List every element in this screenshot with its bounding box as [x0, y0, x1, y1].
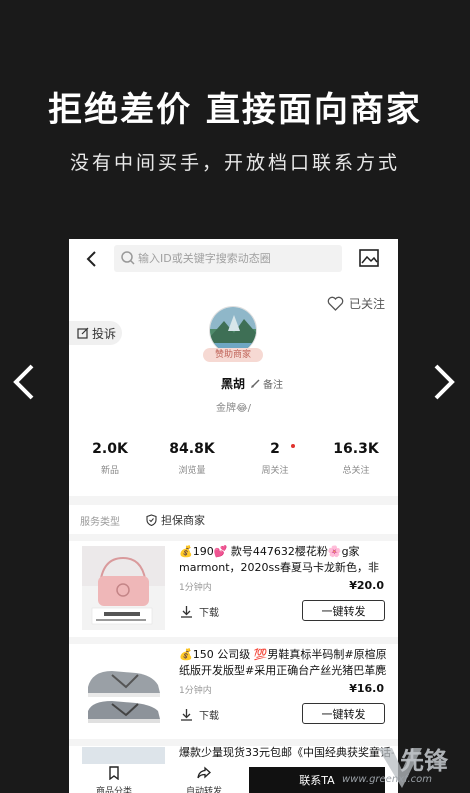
stats-row: 2.0K 新品 84.8K 浏览量 2 周关注 16.3K 总关注 — [69, 441, 398, 486]
download-button[interactable]: 下载 — [180, 604, 219, 619]
download-label: 下载 — [199, 608, 219, 619]
search-icon — [121, 251, 135, 265]
guarantee-badge: 担保商家 — [146, 512, 205, 528]
notification-dot — [291, 444, 295, 448]
item-description: 爆款少量现货33元包邮《中国经典获奖童话- — [179, 746, 394, 759]
report-button[interactable]: 投诉 — [69, 321, 122, 345]
heart-icon — [327, 296, 344, 311]
chevron-right-icon — [434, 364, 455, 400]
search-input[interactable] — [138, 249, 338, 268]
service-type-label: 服务类型 — [80, 516, 120, 528]
sponsor-badge: 赞助商家 — [203, 348, 263, 362]
phone-screen: 已关注 投诉 赞助商家 黑胡 备注 金牌😂/ 2.0K 新品 84.8K 浏览量… — [69, 239, 398, 793]
stat-value: 2.0K — [92, 441, 128, 457]
stat-value: 2 — [270, 441, 280, 457]
chevron-left-icon — [13, 364, 34, 400]
prev-slide-button[interactable] — [8, 360, 42, 404]
item-description: 💰190💕 款号447632樱花粉🌸g家marmont，2020ss春夏马卡龙新… — [179, 545, 379, 574]
tab-label: 自动转发 — [185, 787, 222, 793]
forward-button[interactable]: 一键转发 — [302, 600, 385, 621]
download-button[interactable]: 下载 — [180, 707, 219, 722]
stat-total-follows[interactable]: 16.3K 总关注 — [326, 441, 386, 476]
stat-label: 浏览量 — [178, 466, 206, 476]
back-arrow-icon[interactable] — [83, 249, 101, 269]
stat-value: 84.8K — [169, 441, 215, 457]
shop-level: 金牌😂/ — [216, 403, 252, 414]
tab-auto-forward[interactable]: 自动转发 — [159, 764, 249, 793]
watermark-url: www.greenxf.com — [342, 774, 432, 785]
download-icon — [181, 606, 192, 618]
next-slide-button[interactable] — [426, 360, 460, 404]
item-price: ¥20.0 — [349, 579, 384, 592]
download-label: 下载 — [199, 711, 219, 722]
download-icon — [181, 709, 192, 721]
follow-button[interactable]: 已关注 — [327, 294, 385, 312]
image-icon[interactable] — [358, 248, 380, 268]
stat-weekly-follows[interactable]: 2 周关注 — [245, 441, 305, 476]
list-item[interactable]: 💰190💕 款号447632樱花粉🌸g家marmont，2020ss春夏马卡龙新… — [69, 536, 398, 636]
item-thumbnail[interactable] — [82, 649, 165, 733]
report-label: 投诉 — [92, 326, 117, 341]
list-item[interactable]: 💰150 公司级 💯男鞋真标半码制#原楦原纸版开发版型#采用正确台产丝光猪巴革麂… — [69, 639, 398, 739]
stat-value: 16.3K — [333, 441, 379, 457]
search-box[interactable] — [114, 245, 342, 272]
tab-label: 商品分类 — [95, 787, 132, 793]
share-arrow-icon — [197, 766, 211, 779]
watermark-brand: 先锋 — [400, 747, 448, 775]
item-thumbnail[interactable] — [82, 546, 165, 630]
guarantee-label: 担保商家 — [161, 514, 205, 527]
item-time: 1分钟内 — [179, 583, 212, 593]
banner-headline: 拒绝差价 直接面向商家 — [48, 90, 422, 130]
stat-views[interactable]: 84.8K 浏览量 — [162, 441, 222, 476]
bookmark-icon — [109, 766, 119, 781]
shield-icon — [146, 514, 157, 526]
shop-name: 黑胡 — [221, 377, 246, 391]
stat-label: 新品 — [100, 466, 119, 476]
stat-label: 总关注 — [342, 466, 370, 476]
follow-label: 已关注 — [349, 296, 386, 311]
note-button[interactable]: 备注 — [250, 376, 283, 391]
section-divider — [69, 496, 398, 505]
item-description: 💰150 公司级 💯男鞋真标半码制#原楦原纸版开发版型#采用正确台产丝光猪巴革麂… — [179, 648, 387, 677]
banner-subline: 没有中间买手，开放档口联系方式 — [69, 152, 400, 174]
stat-label: 周关注 — [261, 466, 289, 476]
item-price: ¥16.0 — [349, 682, 384, 695]
avatar[interactable] — [209, 306, 257, 354]
note-label: 备注 — [263, 380, 283, 391]
item-time: 1分钟内 — [179, 686, 212, 696]
edit-report-icon — [77, 327, 89, 339]
pencil-icon — [251, 379, 260, 388]
tab-categories[interactable]: 商品分类 — [69, 764, 159, 793]
stat-new-items[interactable]: 2.0K 新品 — [80, 441, 140, 476]
forward-button[interactable]: 一键转发 — [302, 703, 385, 724]
service-row: 服务类型 担保商家 — [80, 512, 205, 528]
top-bar — [69, 239, 398, 279]
